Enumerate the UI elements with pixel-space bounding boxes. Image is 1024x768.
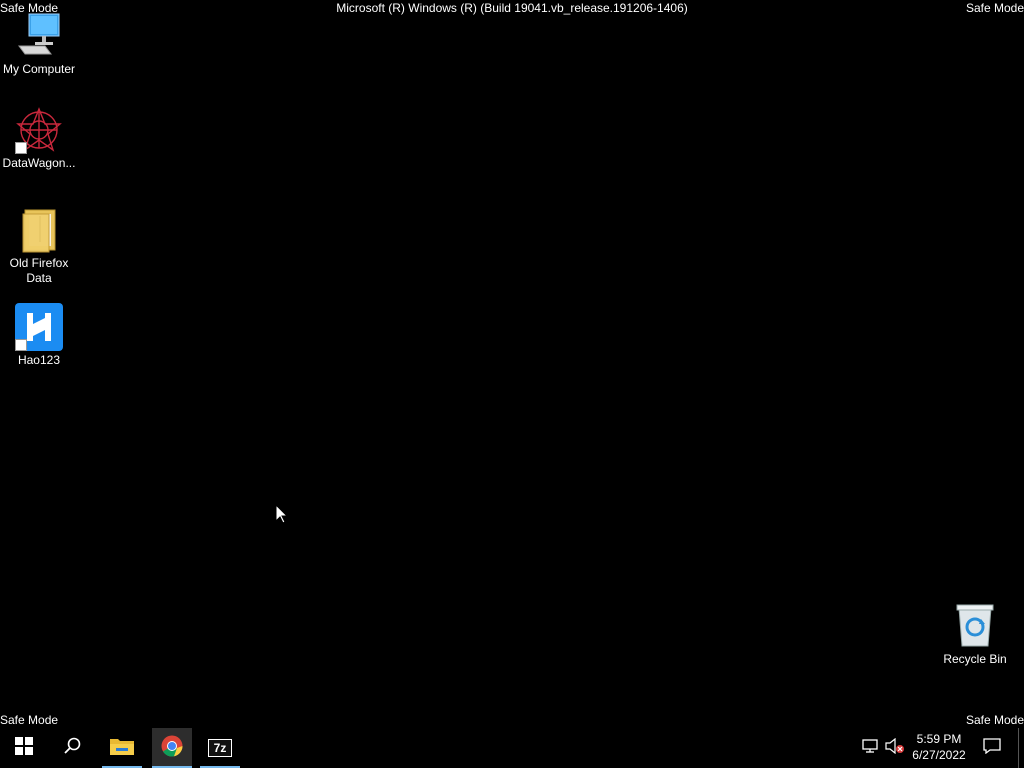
desktop-icon-my-computer[interactable]: My Computer bbox=[0, 12, 78, 77]
shortcut-arrow-icon bbox=[15, 339, 27, 351]
desktop-icon-label: Recycle Bin bbox=[943, 652, 1007, 666]
windows-start-icon bbox=[15, 736, 33, 760]
7zip-icon: 7z bbox=[208, 739, 232, 757]
tray-volume[interactable] bbox=[884, 728, 906, 768]
folder-icon bbox=[15, 206, 63, 254]
search-icon bbox=[63, 737, 81, 760]
clock-time: 5:59 PM bbox=[916, 732, 962, 746]
action-center-icon bbox=[983, 737, 1001, 759]
action-center-button[interactable] bbox=[978, 728, 1006, 768]
desktop-icon-datawagon[interactable]: DataWagon... bbox=[0, 106, 78, 171]
shortcut-arrow-icon bbox=[15, 142, 27, 154]
start-button[interactable] bbox=[4, 728, 44, 768]
chrome-icon bbox=[161, 735, 183, 762]
desktop-icon-hao123[interactable]: Hao123 bbox=[0, 303, 78, 368]
mouse-cursor-icon bbox=[275, 503, 289, 529]
volume-muted-icon bbox=[885, 737, 905, 759]
taskbar-clock[interactable]: 5:59 PM 6/27/2022 bbox=[906, 728, 972, 768]
taskbar-app-7zip[interactable]: 7z bbox=[200, 728, 240, 768]
desktop-icon-recycle-bin[interactable]: Recycle Bin bbox=[936, 602, 1014, 667]
datawagon-icon bbox=[15, 106, 63, 154]
desktop-icon-old-firefox-data[interactable]: Old Firefox Data bbox=[0, 206, 78, 286]
taskbar-app-chrome[interactable] bbox=[152, 728, 192, 768]
build-watermark: Microsoft (R) Windows (R) (Build 19041.v… bbox=[336, 1, 688, 15]
file-explorer-icon bbox=[110, 736, 134, 761]
desktop-icon-label: Hao123 bbox=[17, 353, 61, 367]
taskbar: 7z 5:59 PM 6/27/2022 bbox=[0, 728, 1024, 768]
taskbar-app-file-explorer[interactable] bbox=[102, 728, 142, 768]
desktop-icon-label: My Computer bbox=[2, 62, 76, 76]
clock-date: 6/27/2022 bbox=[912, 748, 966, 762]
recycle-bin-icon bbox=[951, 602, 999, 650]
show-desktop-button[interactable] bbox=[1018, 728, 1024, 768]
hao123-icon bbox=[15, 303, 63, 351]
safe-mode-label-bottom-right: Safe Mode bbox=[965, 713, 1024, 727]
safe-mode-label-bottom-left: Safe Mode bbox=[0, 713, 59, 727]
computer-icon bbox=[15, 12, 63, 60]
network-icon bbox=[862, 738, 880, 759]
desktop-icon-label: DataWagon... bbox=[2, 156, 76, 170]
safe-mode-label-top-right: Safe Mode bbox=[965, 1, 1024, 15]
tray-network[interactable] bbox=[860, 728, 882, 768]
search-button[interactable] bbox=[52, 728, 92, 768]
desktop-icon-label: Old Firefox Data bbox=[9, 256, 69, 285]
